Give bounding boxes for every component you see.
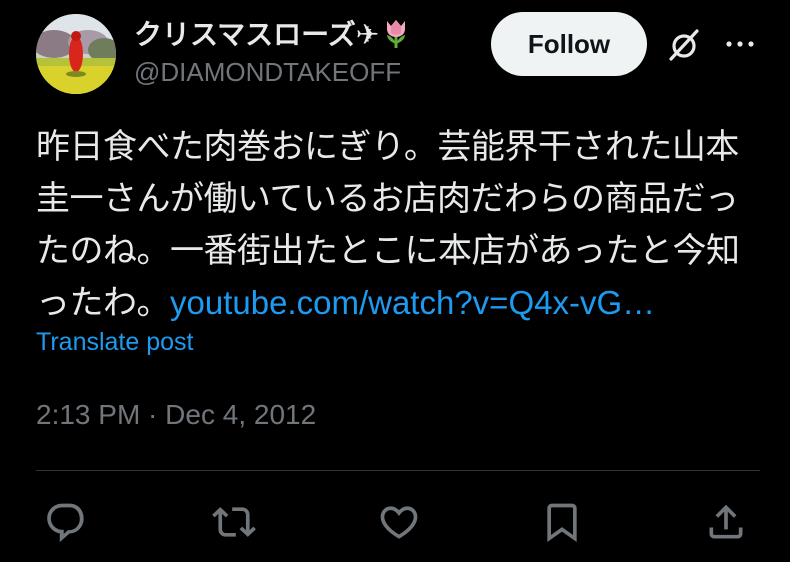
tulip-emoji-icon [381,17,411,49]
tweet-text-line-last: ったわ。youtube.com/watch?v=Q4x-vG… [36,277,766,329]
follow-button[interactable]: Follow [491,12,647,76]
author-name-text: クリスマスローズ✈ [134,19,380,50]
share-icon[interactable] [704,500,748,544]
tweet-text-line: 圭一さんが働いているお店肉だわらの商品だっ [36,179,739,219]
divider [36,470,760,471]
timestamp: 2:13 PM · Dec 4, 2012 [36,399,316,431]
like-icon[interactable] [377,500,421,544]
tweet-text-line: 昨日食べた肉巻おにぎり。芸能界干された山本 [36,127,739,167]
tweet-text-line: たのね。一番街出たとこに本店があったと今知 [36,231,740,271]
tweet-link[interactable]: youtube.com/watch?v=Q4x-vG… [170,284,655,321]
bookmark-icon[interactable] [540,500,584,544]
grok-icon[interactable] [665,26,703,64]
tweet-text: 昨日食べた肉巻おにぎり。芸能界干された山本 圭一さんが働いているお店肉だわらの商… [36,121,766,329]
repost-icon[interactable] [212,500,256,544]
author-handle[interactable]: @DIAMONDTAKEOFF [134,57,401,88]
tweet-text-line: ったわ。 [36,283,171,323]
reply-icon[interactable] [44,500,88,544]
translate-post-link[interactable]: Translate post [36,328,193,357]
timestamp-separator: · [140,399,166,430]
more-options-icon[interactable] [720,30,760,58]
timestamp-time[interactable]: 2:13 PM [36,399,140,430]
author-display-name[interactable]: クリスマスローズ✈ [134,13,411,53]
timestamp-date[interactable]: Dec 4, 2012 [165,399,316,430]
avatar[interactable] [36,14,116,94]
